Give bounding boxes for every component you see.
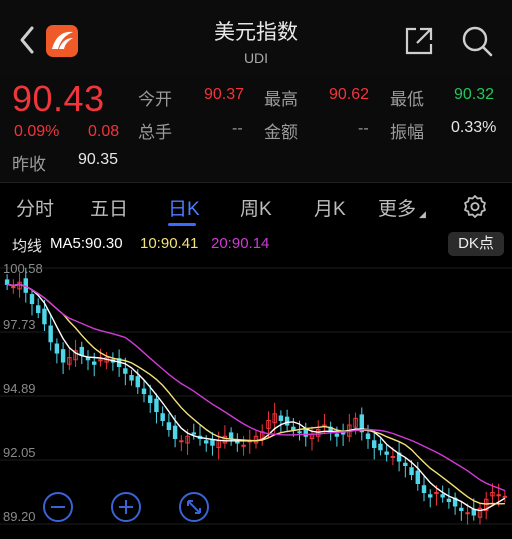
ma-label: 均线	[12, 238, 43, 255]
tab-intraday[interactable]: 分时	[16, 194, 54, 221]
candle-body	[390, 456, 396, 459]
zoom-out-icon[interactable]	[42, 491, 74, 523]
search-icon[interactable]	[460, 24, 494, 58]
change-value: 0.08	[88, 123, 120, 140]
candle-body	[166, 422, 172, 431]
candle-body	[459, 507, 464, 512]
y-tick-label: 89.20	[3, 509, 36, 524]
candle-body	[421, 485, 427, 494]
zoom-in-icon[interactable]	[110, 491, 142, 523]
open-value: 90.37	[204, 86, 245, 103]
candle-body	[297, 431, 302, 434]
tab-five-day[interactable]: 五日	[90, 194, 128, 221]
candle-body	[191, 432, 196, 435]
amount-label: 金额	[264, 123, 298, 142]
dropdown-triangle-icon: ◢	[419, 209, 426, 219]
ma5-value: MA5:90.30	[50, 235, 123, 252]
candle-body	[36, 305, 41, 314]
ma10-line	[6, 283, 505, 505]
candle-body	[372, 440, 377, 449]
share-icon[interactable]	[402, 24, 436, 58]
y-tick-label: 94.89	[3, 381, 36, 396]
prev-close-label: 昨收	[12, 155, 46, 174]
candle-body	[4, 279, 10, 285]
expand-icon[interactable]	[178, 491, 210, 523]
candle-body	[278, 415, 284, 422]
settings-icon[interactable]	[462, 194, 488, 220]
candle-body	[284, 416, 290, 426]
high-label: 最高	[264, 90, 298, 109]
candle-body	[135, 376, 140, 388]
candle-body	[92, 361, 97, 365]
candle-body	[409, 467, 414, 476]
last-price: 90.43	[12, 78, 105, 119]
candle-body	[446, 498, 452, 503]
candle-body	[79, 346, 84, 356]
candle-body	[129, 375, 134, 381]
y-tick-label: 97.73	[3, 317, 36, 332]
candle-body	[11, 286, 16, 289]
tab-monthly-k[interactable]: 月K	[314, 194, 346, 221]
candle-body	[42, 308, 47, 325]
open-label: 今开	[138, 90, 172, 109]
volume-label: 总手	[138, 123, 172, 142]
high-value: 90.62	[329, 86, 370, 103]
candle-body	[154, 398, 159, 413]
candle-body	[204, 440, 209, 444]
prev-close-value: 90.35	[78, 151, 119, 168]
candle-body	[334, 433, 340, 437]
ma20-value: 20:90.14	[211, 235, 270, 252]
y-tick-label: 100.58	[3, 261, 43, 276]
amplitude-value: 0.33%	[451, 119, 497, 136]
tab-daily-k[interactable]: 日K	[168, 194, 200, 221]
candle-body	[179, 440, 184, 443]
amount-value: --	[358, 120, 369, 137]
y-tick-label: 92.05	[3, 445, 36, 460]
low-label: 最低	[390, 90, 424, 109]
candle-body	[48, 325, 53, 343]
candle-body	[471, 508, 476, 516]
candle-body	[340, 432, 346, 435]
ma5-line	[6, 283, 506, 512]
tab-more-label: 更多	[378, 199, 417, 220]
active-tab-indicator	[168, 223, 196, 226]
amplitude-label: 振幅	[390, 123, 424, 142]
candle-body	[148, 395, 153, 404]
candle-body	[228, 432, 234, 440]
candle-body	[141, 388, 147, 395]
candle-body	[172, 425, 178, 440]
candlestick-chart[interactable]: 100.58 97.73 94.89 92.05 89.20	[0, 258, 512, 539]
candle-body	[291, 426, 296, 431]
candle-body	[403, 462, 408, 467]
candle-body	[241, 444, 246, 447]
candle-body	[496, 494, 501, 497]
candle-body	[415, 470, 420, 485]
candle-body	[378, 443, 383, 451]
candle-body	[60, 349, 66, 363]
candle-body	[384, 451, 389, 455]
candle-body	[160, 413, 165, 422]
candle-body	[210, 439, 215, 446]
tab-weekly-k[interactable]: 周K	[240, 194, 272, 221]
dk-point-button[interactable]: DK点	[448, 232, 504, 256]
candle-body	[54, 343, 60, 354]
low-value: 90.32	[454, 86, 495, 103]
candle-body	[428, 494, 433, 498]
change-percent: 0.09%	[14, 123, 60, 140]
candle-body	[502, 495, 508, 498]
candle-body	[29, 294, 35, 305]
candle-body	[123, 368, 128, 374]
volume-value: --	[232, 120, 243, 137]
candle-body	[440, 494, 445, 498]
candle-body	[365, 433, 371, 440]
ma10-value: 10:90.41	[140, 235, 199, 252]
candle-body	[465, 512, 470, 515]
tab-more[interactable]: 更多 ◢	[378, 194, 426, 221]
